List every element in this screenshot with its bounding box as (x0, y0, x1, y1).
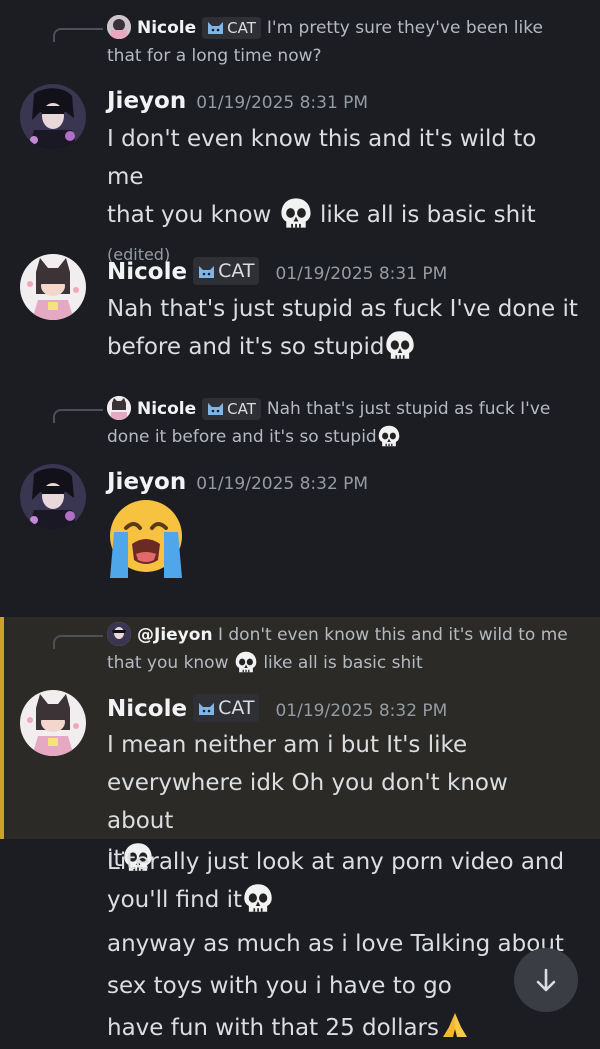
reply-connector (53, 409, 103, 423)
message-text: I don't even know this and it's wild to … (107, 126, 537, 190)
cat-icon (208, 403, 224, 415)
message-header: Nicole CAT 01/19/2025 8:31 PM (107, 257, 447, 285)
reply-text: like all is basic shit (263, 653, 423, 673)
tag-label: CAT (218, 697, 255, 719)
username[interactable]: Jieyon (107, 88, 186, 114)
reply-text: that for a long time now? (107, 46, 322, 66)
message-header: Jieyon 01/19/2025 8:32 PM (107, 469, 368, 495)
timestamp: 01/19/2025 8:32 PM (275, 701, 448, 721)
message-header: Nicole CAT 01/19/2025 8:32 PM (107, 694, 447, 722)
username[interactable]: Jieyon (107, 469, 186, 495)
timestamp: 01/19/2025 8:32 PM (196, 474, 369, 494)
cat-icon (199, 266, 215, 278)
reply-connector (53, 28, 103, 42)
message-text: you'll find it (107, 887, 243, 913)
cat-tag: CAT (193, 257, 260, 285)
message-content: I don't even know this and it's wild to … (107, 120, 580, 274)
cat-tag: CAT (202, 398, 261, 420)
cat-tag: CAT (202, 17, 261, 39)
message-text: before and it's so stupid (107, 334, 385, 360)
reply-connector (53, 635, 103, 649)
avatar[interactable] (20, 84, 86, 150)
reply-author[interactable]: Nicole (137, 18, 196, 38)
message-text: that you know (107, 202, 272, 228)
reply-preview[interactable]: @Jieyon I don't even know this and it's … (107, 621, 572, 677)
arrow-down-icon (536, 968, 556, 992)
folded-hands-emoji (443, 1013, 467, 1037)
cat-tag: CAT (193, 694, 260, 722)
reply-preview[interactable]: Nicole CAT I'm pretty sure they've been li… (107, 14, 572, 70)
scroll-to-bottom-button[interactable] (514, 948, 578, 1012)
timestamp: 01/19/2025 8:31 PM (196, 93, 369, 113)
username[interactable]: Nicole (107, 259, 187, 285)
skull-emoji (378, 425, 400, 447)
username[interactable]: Nicole (107, 696, 187, 722)
reply-text: done it before and it's so stupid (107, 427, 377, 447)
message-text: have fun with that 25 dollars (107, 1015, 439, 1041)
tag-label: CAT (227, 400, 256, 418)
cat-icon (199, 703, 215, 715)
skull-emoji (281, 198, 311, 228)
avatar[interactable] (20, 464, 86, 530)
message-header: Jieyon 01/19/2025 8:31 PM (107, 88, 368, 114)
message-text: sex toys with you i have to go (107, 973, 452, 999)
message-content: Literally just look at any porn video an… (107, 843, 580, 919)
skull-emoji (235, 651, 257, 673)
avatar[interactable] (20, 254, 86, 320)
skull-emoji (244, 884, 272, 912)
message-content: anyway as much as i love Talking about s… (107, 923, 580, 1049)
reply-author[interactable]: Nicole (137, 399, 196, 419)
loudly-crying-face-emoji (104, 498, 188, 582)
message-content: Nah that's just stupid as fuck I've done… (107, 290, 580, 366)
cat-icon (208, 22, 224, 34)
message-text: Nah that's just stupid as fuck I've done… (107, 296, 578, 322)
avatar (107, 622, 131, 646)
reply-text: I don't even know this and it's wild to … (217, 625, 568, 645)
tag-label: CAT (218, 260, 255, 282)
tag-label: CAT (227, 19, 256, 37)
message-text: everywhere idk Oh you don't know about (107, 770, 508, 834)
skull-emoji (386, 331, 415, 359)
message-text: like all is basic shit (320, 202, 536, 228)
message-text: anyway as much as i love Talking about (107, 931, 564, 957)
avatar (107, 396, 131, 420)
timestamp: 01/19/2025 8:31 PM (275, 264, 448, 284)
message-text: Literally just look at any porn video an… (107, 849, 565, 875)
reply-text: I'm pretty sure they've been like (266, 18, 543, 38)
avatar[interactable] (20, 690, 86, 756)
reply-text: that you know (107, 653, 229, 673)
reply-preview[interactable]: Nicole CAT Nah that's just stupid as fuck … (107, 395, 572, 451)
mention[interactable]: @Jieyon (137, 625, 213, 645)
message-text: I mean neither am i but It's like (107, 732, 468, 758)
reply-text: Nah that's just stupid as fuck I've (266, 399, 551, 419)
avatar (107, 15, 131, 39)
